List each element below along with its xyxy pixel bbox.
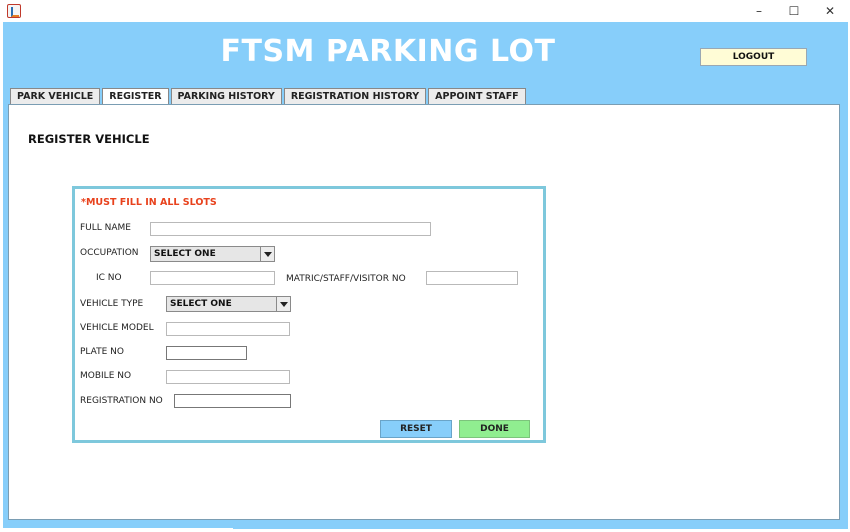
plate-no-label: PLATE NO <box>80 347 124 357</box>
plate-no-field[interactable] <box>166 346 247 360</box>
chevron-down-icon <box>260 247 274 261</box>
maximize-button[interactable]: ☐ <box>779 2 809 20</box>
vehicle-type-select[interactable]: SELECT ONE <box>166 296 291 312</box>
full-name-field[interactable] <box>150 222 431 236</box>
register-form: *MUST FILL IN ALL SLOTS FULL NAME OCCUPA… <box>72 186 546 443</box>
required-warning: *MUST FILL IN ALL SLOTS <box>81 197 217 208</box>
tab-appoint-staff[interactable]: APPOINT STAFF <box>428 88 526 104</box>
reset-button[interactable]: RESET <box>380 420 452 438</box>
tab-parking-history[interactable]: PARKING HISTORY <box>170 88 282 104</box>
ic-no-label: IC NO <box>96 273 122 283</box>
register-panel: REGISTER VEHICLE *MUST FILL IN ALL SLOTS… <box>8 104 840 520</box>
vehicle-type-selected-value: SELECT ONE <box>170 299 232 309</box>
tab-park-vehicle[interactable]: PARK VEHICLE <box>10 88 101 104</box>
occupation-select[interactable]: SELECT ONE <box>150 246 275 262</box>
app-title: FTSM PARKING LOT <box>220 34 556 69</box>
vehicle-model-field[interactable] <box>166 322 290 336</box>
done-button[interactable]: DONE <box>459 420 530 438</box>
ic-no-field[interactable] <box>150 271 275 285</box>
tab-registration-history[interactable]: REGISTRATION HISTORY <box>283 88 427 104</box>
vehicle-model-label: VEHICLE MODEL <box>80 323 154 333</box>
occupation-selected-value: SELECT ONE <box>154 249 216 259</box>
tab-bar: PARK VEHICLE REGISTER PARKING HISTORY RE… <box>10 88 528 105</box>
occupation-label: OCCUPATION <box>80 248 139 258</box>
bottom-strip <box>233 526 848 529</box>
vehicle-type-label: VEHICLE TYPE <box>80 299 144 309</box>
tab-register[interactable]: REGISTER <box>102 88 169 105</box>
close-button[interactable]: ✕ <box>815 2 845 20</box>
mobile-no-field[interactable] <box>166 370 290 384</box>
matric-field[interactable] <box>426 271 518 285</box>
app-frame: FTSM PARKING LOT LOGOUT PARK VEHICLE REG… <box>3 22 848 528</box>
java-app-icon <box>7 4 21 18</box>
full-name-label: FULL NAME <box>80 223 131 233</box>
page-title: REGISTER VEHICLE <box>28 132 150 146</box>
registration-no-field[interactable] <box>174 394 291 408</box>
mobile-no-label: MOBILE NO <box>80 371 132 381</box>
matric-label: MATRIC/STAFF/VISITOR NO <box>286 274 406 284</box>
logout-button[interactable]: LOGOUT <box>700 48 807 66</box>
window-titlebar: – ☐ ✕ <box>0 0 850 22</box>
minimize-button[interactable]: – <box>744 2 774 20</box>
registration-no-label: REGISTRATION NO <box>80 396 163 406</box>
chevron-down-icon <box>276 297 290 311</box>
